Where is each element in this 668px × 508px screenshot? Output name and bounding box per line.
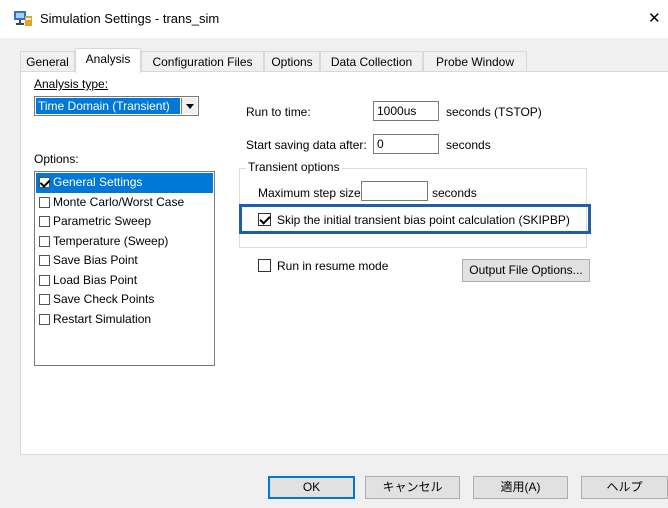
list-item-label: Restart Simulation <box>53 311 152 326</box>
list-item[interactable]: Temperature (Sweep) <box>36 232 213 252</box>
tab-configuration-files[interactable]: Configuration Files <box>141 51 264 72</box>
cancel-button[interactable]: キャンセル <box>365 476 460 499</box>
checkbox-icon[interactable] <box>39 294 50 305</box>
run-to-time-unit: seconds (TSTOP) <box>446 105 542 119</box>
list-item[interactable]: General Settings <box>36 173 213 193</box>
resume-mode-label: Run in resume mode <box>277 259 389 273</box>
list-item[interactable]: Monte Carlo/Worst Case <box>36 193 213 213</box>
tab-general[interactable]: General <box>20 51 75 72</box>
title-bar: Simulation Settings - trans_sim ✕ <box>0 0 668 38</box>
checkbox-icon[interactable] <box>39 274 50 286</box>
dialog-client: General Analysis Configuration Files Opt… <box>0 38 668 508</box>
list-item[interactable]: Load Bias Point <box>36 271 213 291</box>
list-item-label: Monte Carlo/Worst Case <box>53 194 185 209</box>
help-button[interactable]: ヘルプ <box>581 476 668 499</box>
max-step-label: Maximum step size: <box>258 186 365 200</box>
tab-options[interactable]: Options <box>264 51 320 72</box>
skip-bias-checkbox[interactable] <box>258 213 271 226</box>
start-saving-label: Start saving data after: <box>246 138 367 152</box>
checkbox-icon[interactable] <box>39 235 50 247</box>
list-item[interactable]: Parametric Sweep <box>36 212 213 232</box>
close-icon[interactable]: ✕ <box>648 9 661 27</box>
skip-bias-label: Skip the initial transient bias point ca… <box>277 213 570 227</box>
analysis-type-value: Time Domain (Transient) <box>36 98 180 114</box>
start-saving-input[interactable]: 0 <box>373 134 439 154</box>
ok-button[interactable]: OK <box>268 476 355 499</box>
window-title: Simulation Settings - trans_sim <box>40 11 220 26</box>
options-list[interactable]: General Settings Monte Carlo/Worst Case … <box>34 171 215 366</box>
list-item[interactable]: Save Bias Point <box>36 251 213 271</box>
list-item[interactable]: Restart Simulation <box>36 310 213 330</box>
checkbox-icon[interactable] <box>39 255 50 266</box>
transient-options-label: Transient options <box>246 160 342 174</box>
analysis-panel: Analysis type: Time Domain (Transient) O… <box>20 71 668 455</box>
analysis-type-label: Analysis type: <box>34 77 109 91</box>
max-step-unit: seconds <box>432 186 477 200</box>
list-item-label: Parametric Sweep <box>53 214 152 228</box>
checkbox-icon[interactable] <box>39 177 50 188</box>
run-to-time-label: Run to time: <box>246 105 311 119</box>
output-file-options-button[interactable]: Output File Options... <box>462 259 590 282</box>
tab-data-collection[interactable]: Data Collection <box>320 51 423 72</box>
start-saving-unit: seconds <box>446 138 491 152</box>
list-item-label: Load Bias Point <box>53 272 138 287</box>
chevron-down-icon[interactable] <box>181 98 197 114</box>
checkbox-icon[interactable] <box>39 216 50 227</box>
run-to-time-input[interactable]: 1000us <box>373 101 439 121</box>
checkbox-icon[interactable] <box>39 313 50 325</box>
list-item-label: Temperature (Sweep) <box>53 233 169 248</box>
list-item-label: Save Check Points <box>53 292 155 306</box>
list-item-label: Save Bias Point <box>53 253 138 267</box>
list-item-label: General Settings <box>53 175 143 189</box>
tab-probe-window[interactable]: Probe Window <box>423 51 527 72</box>
list-item[interactable]: Save Check Points <box>36 290 213 310</box>
tab-analysis[interactable]: Analysis <box>75 48 141 73</box>
resume-mode-checkbox[interactable] <box>258 259 271 272</box>
checkbox-icon[interactable] <box>39 196 50 208</box>
analysis-type-select[interactable]: Time Domain (Transient) <box>34 96 199 116</box>
app-icon <box>14 11 32 26</box>
max-step-input[interactable] <box>361 181 428 201</box>
apply-button[interactable]: 適用(A) <box>473 476 568 499</box>
options-label: Options: <box>34 152 79 166</box>
